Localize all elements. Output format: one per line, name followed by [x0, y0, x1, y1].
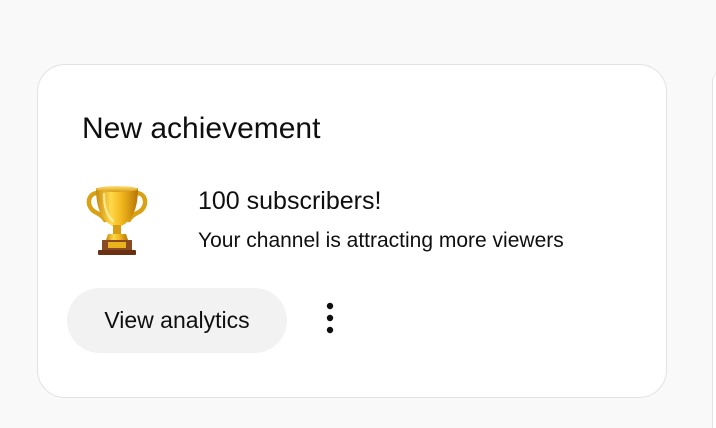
- adjacent-card-edge: [712, 70, 716, 428]
- trophy-icon: [86, 185, 148, 257]
- view-analytics-button[interactable]: View analytics: [67, 288, 287, 353]
- more-vert-icon: [325, 301, 335, 340]
- achievement-headline: 100 subscribers!: [198, 187, 382, 215]
- more-options-button[interactable]: [308, 295, 352, 345]
- achievement-description: Your channel is attracting more viewers: [198, 229, 564, 252]
- achievement-card: New achievement 100 subscribers! Your ch…: [37, 64, 667, 398]
- card-title: New achievement: [82, 112, 321, 145]
